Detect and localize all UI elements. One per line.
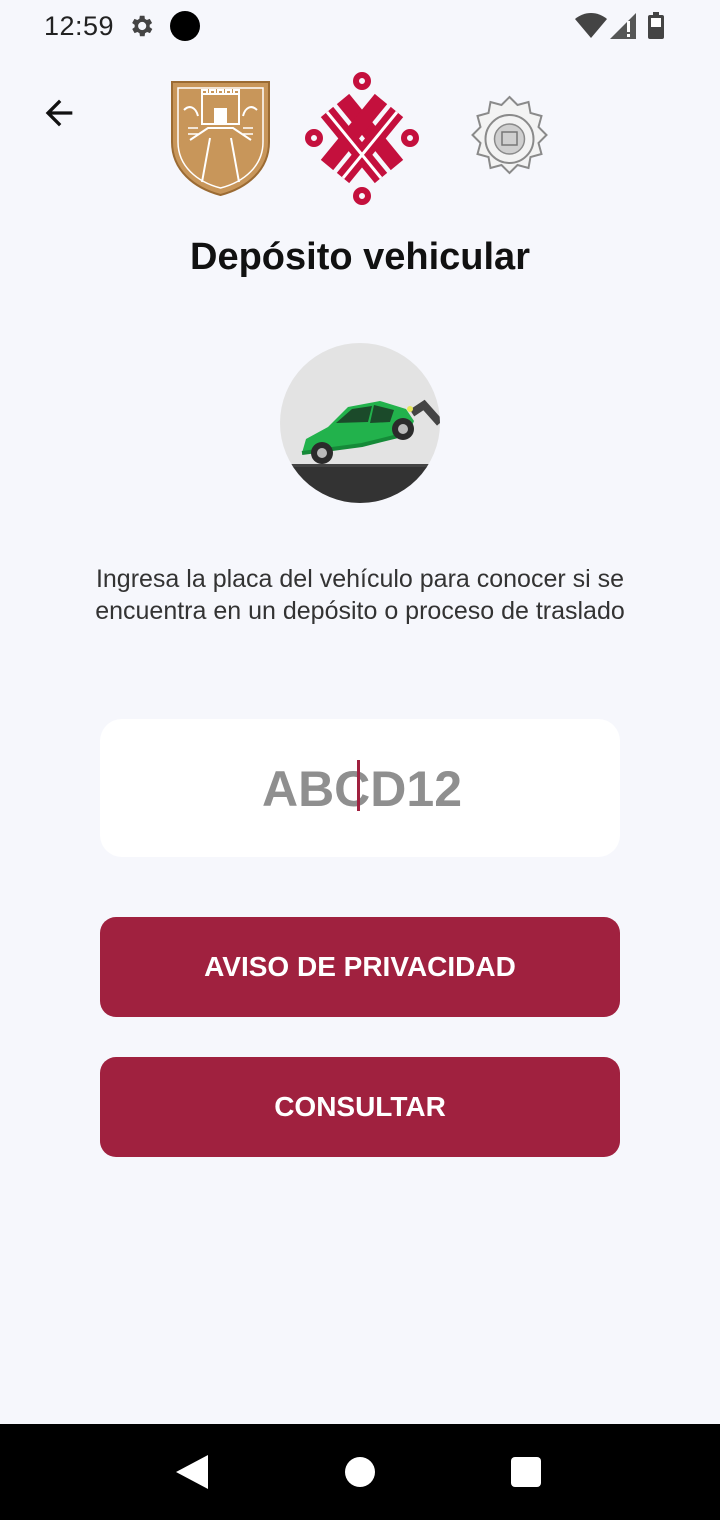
status-time: 12:59: [44, 11, 115, 41]
status-bar: 12:59: [0, 0, 720, 52]
description-text: Ingresa la placa del vehículo para conoc…: [95, 565, 625, 625]
plate-input-card: [100, 719, 624, 859]
notification-dot-icon: [170, 11, 200, 41]
nav-home-icon[interactable]: [345, 1457, 375, 1487]
battery-icon: [648, 12, 664, 39]
police-badge-logo: [471, 95, 548, 175]
plate-input[interactable]: [100, 719, 624, 859]
tow-truck-car-icon: [280, 343, 440, 503]
arrow-left-icon: [45, 99, 73, 127]
wifi-icon: [575, 13, 607, 38]
back-button[interactable]: [36, 90, 82, 136]
nav-back-icon[interactable]: [176, 1455, 208, 1489]
signal-icon: [610, 13, 636, 39]
cdmx-shield-logo: [171, 81, 270, 197]
gear-icon: [132, 15, 153, 37]
page-title: Depósito vehicular: [190, 236, 530, 278]
cdmx-knot-logo: [305, 72, 419, 205]
consult-button[interactable]: CONSULTAR: [100, 1057, 620, 1157]
privacy-notice-button[interactable]: AVISO DE PRIVACIDAD: [100, 917, 620, 1017]
nav-recents-icon[interactable]: [511, 1457, 541, 1487]
text-cursor: [357, 760, 360, 811]
